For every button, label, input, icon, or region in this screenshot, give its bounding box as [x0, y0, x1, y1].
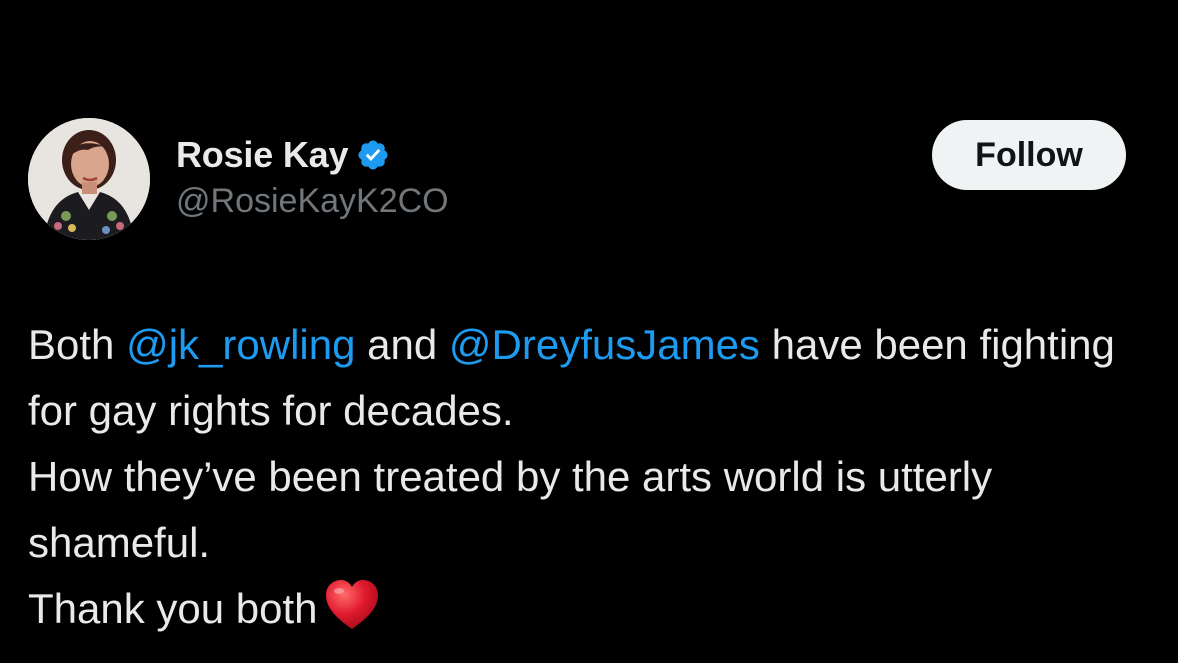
tweet-text-part: Both [28, 321, 127, 368]
tweet-text-part: and [355, 321, 449, 368]
profile-photo-icon [28, 118, 150, 240]
author-handle[interactable]: @RosieKayK2CO [176, 182, 449, 221]
display-name-row: Rosie Kay [176, 132, 449, 178]
avatar[interactable] [28, 118, 150, 240]
tweet-paragraph-1: Both @jk_rowling and @DreyfusJames have … [28, 312, 1158, 444]
display-name[interactable]: Rosie Kay [176, 134, 348, 176]
tweet-text: Both @jk_rowling and @DreyfusJames have … [28, 312, 1158, 642]
tweet-paragraph-2: How they’ve been treated by the arts wor… [28, 453, 993, 566]
tweet-header: Rosie Kay @RosieKayK2CO Follow [28, 118, 1138, 242]
verified-badge-icon [356, 138, 390, 172]
mention-jk-rowling[interactable]: @jk_rowling [126, 321, 355, 368]
tweet-text-part: Thank you both [28, 585, 318, 632]
author-names: Rosie Kay @RosieKayK2CO [176, 132, 449, 221]
red-heart-emoji-icon [324, 579, 380, 631]
mention-dreyfus-james[interactable]: @DreyfusJames [449, 321, 760, 368]
follow-button[interactable]: Follow [932, 120, 1126, 190]
tweet-paragraph-3: Thank you both [28, 576, 1158, 642]
tweet-card: Rosie Kay @RosieKayK2CO Follow Both @jk_… [0, 0, 1178, 663]
